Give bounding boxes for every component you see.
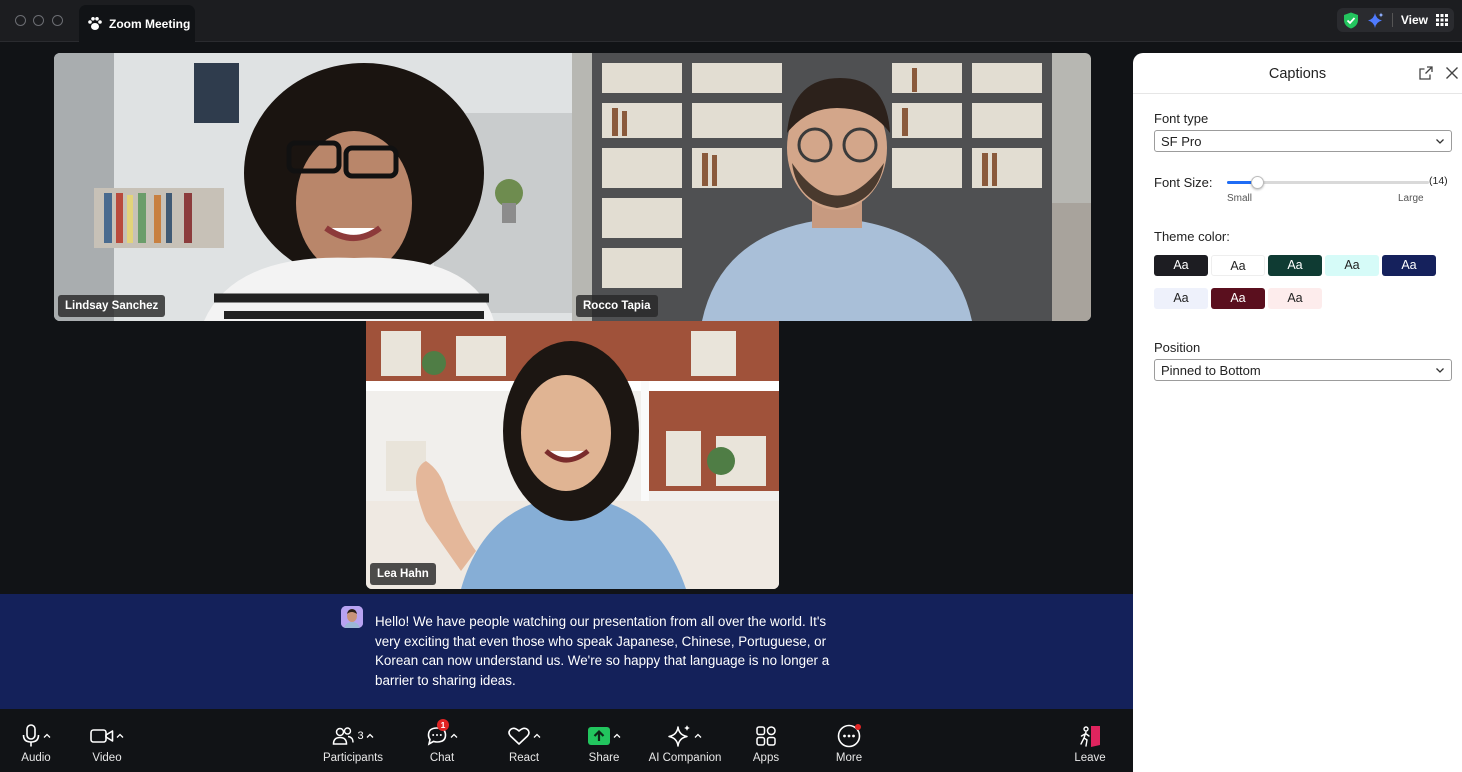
top-right-controls: View <box>1336 8 1454 32</box>
live-caption-bar: Hello! We have people watching our prese… <box>0 594 1133 709</box>
meeting-tab-title: Zoom Meeting <box>109 16 191 31</box>
theme-swatch-navy[interactable]: Aa <box>1382 255 1436 276</box>
caret-up-icon[interactable] <box>450 732 458 740</box>
font-type-label: Font type <box>1154 111 1209 126</box>
audio-button[interactable]: Audio <box>12 709 60 772</box>
slider-max-label: Large <box>1398 193 1424 204</box>
video-label: Video <box>92 752 122 764</box>
theme-swatch-light-pink[interactable]: Aa <box>1268 288 1322 309</box>
font-size-value: (14) <box>1429 175 1448 187</box>
heart-icon <box>508 727 530 745</box>
apps-icon <box>756 726 776 746</box>
caret-up-icon[interactable] <box>43 732 51 740</box>
window-close-button[interactable] <box>15 15 26 26</box>
video-camera-icon <box>90 729 114 743</box>
ai-companion-label: AI Companion <box>648 752 722 764</box>
caret-up-icon[interactable] <box>694 732 702 740</box>
caret-up-icon[interactable] <box>613 732 621 740</box>
participants-icon <box>333 727 355 745</box>
view-button[interactable]: View <box>1401 13 1428 27</box>
caret-up-icon[interactable] <box>533 732 541 740</box>
leave-button[interactable]: Leave <box>1068 709 1112 772</box>
participant-video <box>366 321 779 589</box>
close-icon[interactable] <box>1445 66 1459 80</box>
font-size-label: Font Size: <box>1154 175 1213 190</box>
font-type-value: SF Pro <box>1161 134 1202 149</box>
video-tile-rocco[interactable]: Rocco Tapia <box>572 53 1091 321</box>
theme-swatch-light-lavender[interactable]: Aa <box>1154 288 1208 309</box>
ai-sparkle-icon <box>668 725 690 747</box>
speaker-avatar <box>341 606 363 628</box>
participant-name-tag: Lea Hahn <box>370 563 436 585</box>
chevron-down-icon <box>1436 368 1444 373</box>
font-size-slider[interactable] <box>1227 176 1429 189</box>
participants-button[interactable]: 3 Participants <box>316 709 390 772</box>
divider <box>1391 13 1393 27</box>
leave-label: Leave <box>1074 752 1106 764</box>
participants-label: Participants <box>322 752 384 764</box>
caret-up-icon[interactable] <box>116 732 124 740</box>
participants-count: 3 <box>357 730 364 742</box>
theme-swatch-dark-green[interactable]: Aa <box>1268 255 1322 276</box>
chevron-down-icon <box>1436 139 1444 144</box>
microphone-icon <box>22 724 40 747</box>
panel-header: Captions <box>1133 53 1462 94</box>
apps-button[interactable]: Apps <box>744 709 788 772</box>
video-tile-lindsay[interactable]: Lindsay Sanchez <box>54 53 572 321</box>
audio-label: Audio <box>21 752 51 764</box>
ai-sparkle-icon[interactable] <box>1367 12 1384 29</box>
caret-up-icon[interactable] <box>366 732 374 740</box>
more-label: More <box>835 752 863 764</box>
share-screen-icon <box>588 727 610 745</box>
theme-swatch-light-teal[interactable]: Aa <box>1325 255 1379 276</box>
caption-text: Hello! We have people watching our prese… <box>375 614 830 688</box>
video-button[interactable]: Video <box>82 709 132 772</box>
leave-door-icon <box>1080 726 1100 747</box>
react-label: React <box>508 752 540 764</box>
theme-color-label: Theme color: <box>1154 229 1230 244</box>
video-tile-lea[interactable]: Lea Hahn <box>366 321 779 589</box>
position-value: Pinned to Bottom <box>1161 363 1261 378</box>
theme-swatch-maroon[interactable]: Aa <box>1211 288 1265 309</box>
position-select[interactable]: Pinned to Bottom <box>1154 359 1452 381</box>
participant-name-tag: Rocco Tapia <box>576 295 658 317</box>
more-icon <box>837 724 861 748</box>
chat-unread-badge: 1 <box>437 719 449 731</box>
window-zoom-button[interactable] <box>52 15 63 26</box>
chat-label: Chat <box>429 752 455 764</box>
title-bar: Zoom Meeting View <box>0 0 1462 42</box>
position-label: Position <box>1154 340 1201 355</box>
slider-thumb[interactable] <box>1251 176 1264 189</box>
captions-panel: Captions Font type SF Pro Font Size: (14… <box>1133 53 1462 772</box>
share-button[interactable]: Share <box>580 709 628 772</box>
ai-companion-button[interactable]: AI Companion <box>642 709 728 772</box>
theme-swatch-light[interactable]: Aa <box>1211 255 1265 276</box>
share-label: Share <box>588 752 620 764</box>
theme-swatch-dark[interactable]: Aa <box>1154 255 1208 276</box>
participant-video <box>572 53 1091 321</box>
more-button[interactable]: More <box>826 709 872 772</box>
meeting-toolbar: Audio Video 3 Participants 1 Chat React … <box>0 709 1133 772</box>
grid-icon[interactable] <box>1436 14 1448 26</box>
meeting-tab[interactable]: Zoom Meeting <box>79 5 195 42</box>
chat-button[interactable]: 1 Chat <box>418 709 466 772</box>
window-minimize-button[interactable] <box>33 15 44 26</box>
font-type-select[interactable]: SF Pro <box>1154 130 1452 152</box>
participant-name-tag: Lindsay Sanchez <box>58 295 166 317</box>
react-button[interactable]: React <box>500 709 548 772</box>
apps-label: Apps <box>752 752 780 764</box>
paw-icon <box>88 17 102 30</box>
shield-check-icon[interactable] <box>1343 12 1359 29</box>
panel-title: Captions <box>1268 66 1327 82</box>
slider-min-label: Small <box>1227 193 1253 204</box>
participant-video <box>54 53 572 321</box>
popout-icon[interactable] <box>1419 66 1433 80</box>
